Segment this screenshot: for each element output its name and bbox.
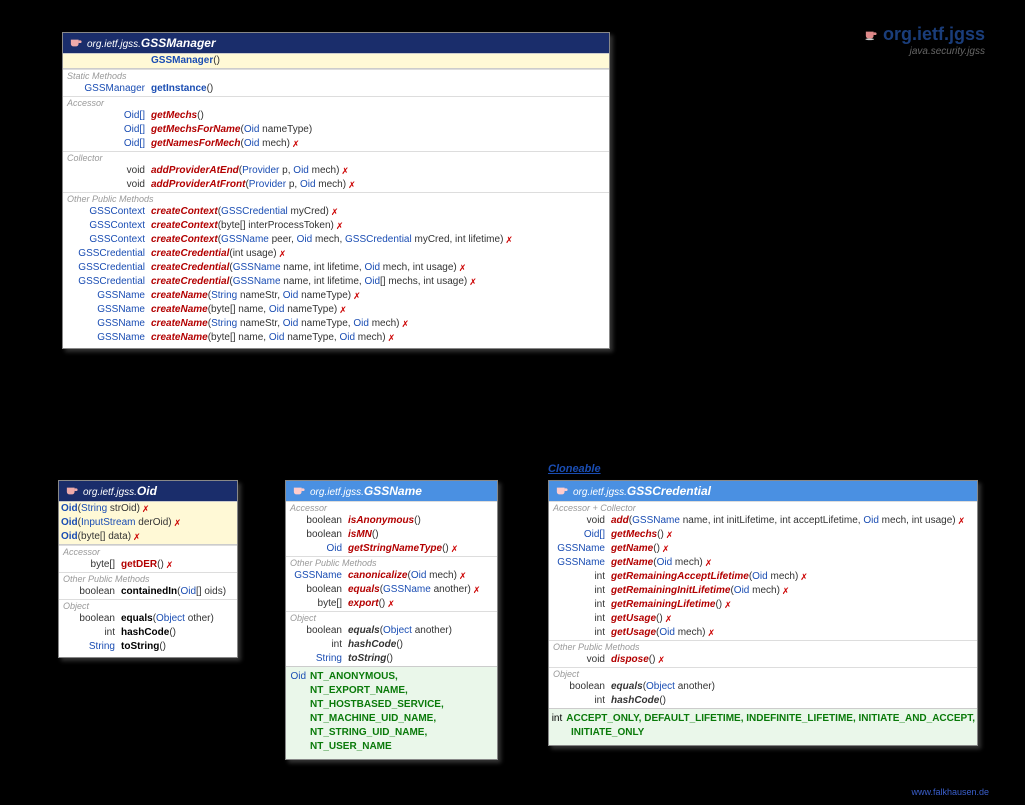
class-gssname: org.ietf.jgss.GSSName Accessor booleanis… (285, 480, 498, 760)
class-header: org.ietf.jgss.GSSCredential (549, 481, 977, 501)
footer-link[interactable]: www.falkhausen.de (911, 787, 989, 797)
package-name: org.ietf.jgss (883, 24, 985, 45)
class-header: org.ietf.jgss.GSSManager (63, 33, 609, 53)
class-oid: org.ietf.jgss.Oid Oid (String strOid)✗ O… (58, 480, 238, 658)
interface-cloneable: Cloneable (548, 463, 601, 475)
module-name: java.security.jgss (864, 46, 985, 57)
class-header: org.ietf.jgss.Oid (59, 481, 237, 501)
java-cup-icon (292, 485, 306, 497)
class-gssmanager: org.ietf.jgss.GSSManager GSSManager () S… (62, 32, 610, 349)
java-cup-icon (555, 485, 569, 497)
java-cup-icon (65, 485, 79, 497)
class-header: org.ietf.jgss.GSSName (286, 481, 497, 501)
constructor: GSSManager (151, 54, 213, 68)
class-gsscredential: org.ietf.jgss.GSSCredential Accessor + C… (548, 480, 978, 746)
java-cup-icon (69, 37, 83, 49)
package-title: org.ietf.jgss java.security.jgss (864, 24, 985, 57)
java-cup-icon (864, 29, 878, 41)
